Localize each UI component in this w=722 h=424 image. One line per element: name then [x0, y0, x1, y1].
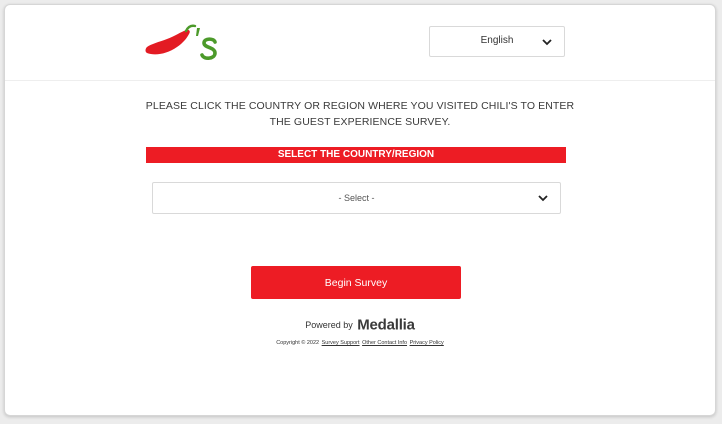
privacy-policy-link[interactable]: Privacy Policy [410, 340, 444, 346]
begin-survey-button[interactable]: Begin Survey [251, 266, 461, 299]
powered-by-label: Powered by [305, 319, 353, 330]
medallia-logo: Medallia [357, 316, 415, 334]
other-contact-info-link[interactable]: Other Contact Info [362, 340, 407, 346]
instruction-line-2: THE GUEST EXPERIENCE SURVEY. [269, 116, 451, 128]
instruction-text: PLEASE CLICK THE COUNTRY OR REGION WHERE… [125, 98, 595, 130]
copyright-text: Copyright © 2022 [276, 340, 320, 346]
language-select[interactable]: English [429, 26, 565, 57]
instruction-line-1: PLEASE CLICK THE COUNTRY OR REGION WHERE… [145, 100, 575, 112]
copyright-line: Copyright © 2022 Survey Support Other Co… [5, 340, 715, 346]
header: English [5, 5, 715, 81]
country-select[interactable]: - Select - [152, 182, 561, 214]
section-title-bar: SELECT THE COUNTRY/REGION [146, 147, 566, 163]
survey-support-link[interactable]: Survey Support [322, 340, 360, 346]
chilis-logo [145, 24, 217, 60]
survey-card: English PLEASE CLICK THE COUNTRY OR REGI… [4, 4, 716, 416]
country-select-value: - Select - [338, 193, 375, 203]
chevron-down-icon [542, 39, 552, 46]
powered-by: Powered by Medallia [5, 316, 715, 334]
chevron-down-icon [538, 195, 548, 202]
